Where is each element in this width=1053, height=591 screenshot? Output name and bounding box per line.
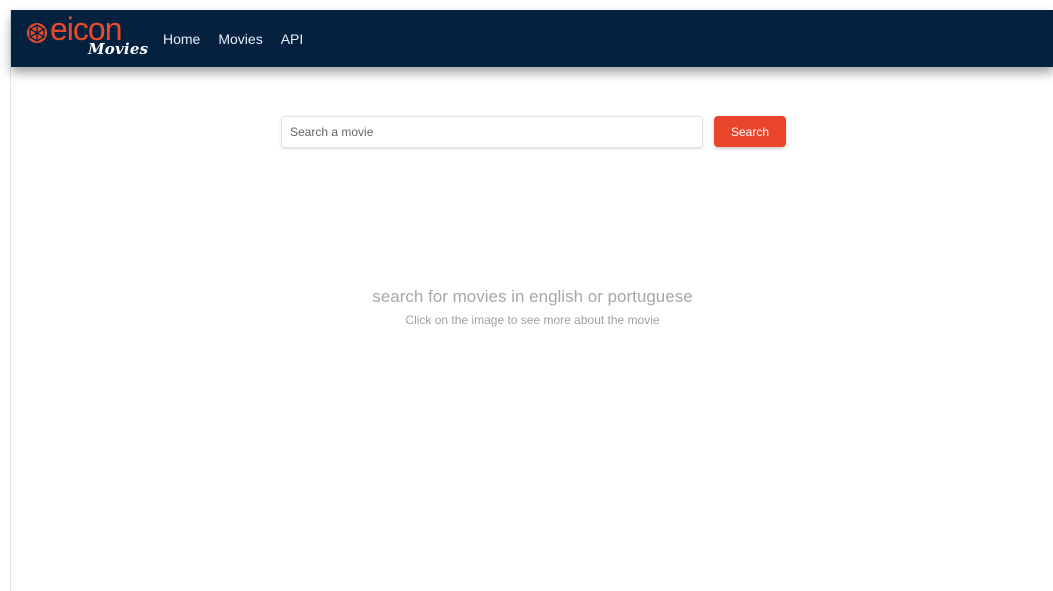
app-window: eicon Movies Home Movies API Search sear… bbox=[10, 10, 1053, 591]
search-button[interactable]: Search bbox=[714, 116, 786, 147]
nav-link-home[interactable]: Home bbox=[163, 31, 210, 47]
brand-subtitle: Movies bbox=[88, 40, 149, 58]
nav-links: Home Movies API bbox=[163, 10, 321, 67]
top-navbar: eicon Movies Home Movies API bbox=[11, 10, 1053, 67]
nav-link-api[interactable]: API bbox=[281, 31, 314, 47]
brand-logo[interactable]: eicon Movies bbox=[26, 12, 148, 60]
search-row: Search bbox=[281, 116, 791, 148]
empty-state-title: search for movies in english or portugue… bbox=[372, 287, 693, 306]
globe-icon bbox=[27, 23, 47, 43]
empty-state-subtitle: Click on the image to see more about the… bbox=[405, 313, 660, 327]
empty-state: search for movies in english or portugue… bbox=[11, 286, 1053, 328]
search-input[interactable] bbox=[281, 116, 703, 148]
nav-link-movies[interactable]: Movies bbox=[218, 31, 272, 47]
